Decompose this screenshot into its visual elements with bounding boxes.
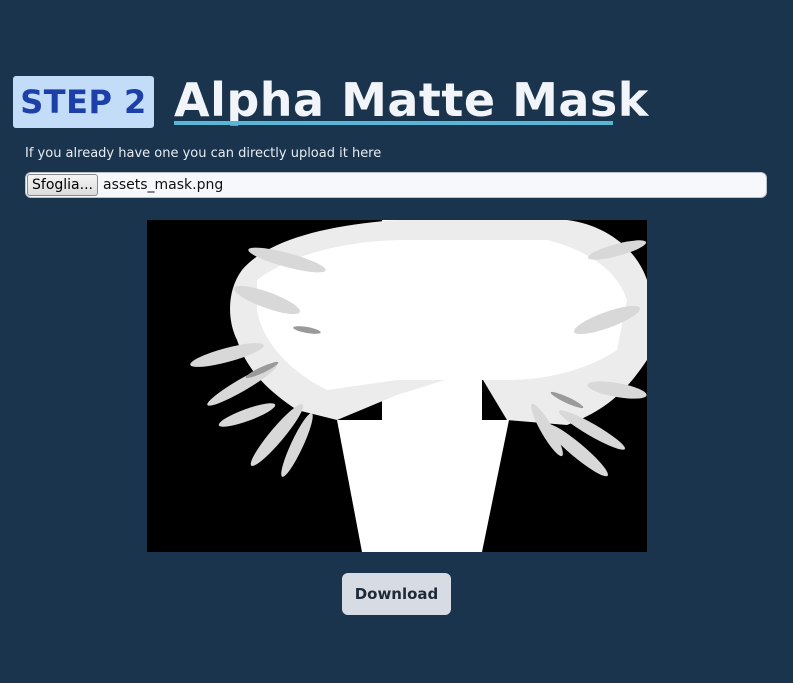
- page-title: Alpha Matte Mask: [174, 73, 649, 127]
- file-upload-input[interactable]: Sfoglia... assets_mask.png: [25, 172, 767, 198]
- step-badge: STEP 2: [13, 76, 154, 128]
- plant-silhouette-image: [147, 220, 647, 552]
- alpha-matte-preview-image: [147, 220, 647, 552]
- browse-button[interactable]: Sfoglia...: [27, 174, 98, 196]
- step-label: STEP 2: [20, 83, 147, 121]
- selected-file-name: assets_mask.png: [102, 177, 224, 193]
- download-button[interactable]: Download: [342, 573, 451, 615]
- upload-helper-text: If you already have one you can directly…: [25, 146, 382, 161]
- title-underline: [174, 121, 613, 125]
